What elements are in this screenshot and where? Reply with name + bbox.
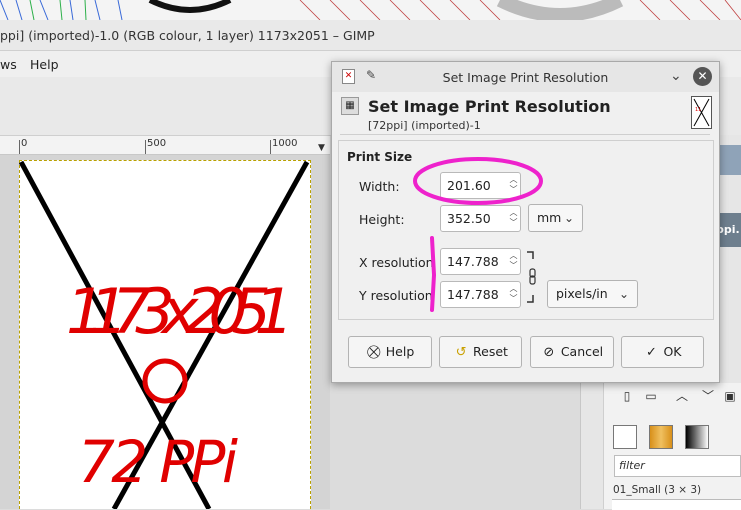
height-spin-arrows[interactable]: ︿ ﹀ [508, 208, 519, 228]
brush-preview[interactable] [613, 425, 637, 449]
lifebuoy-icon: ⛒ [367, 345, 381, 360]
menu-help[interactable]: Help [30, 57, 59, 72]
brush-name: 01_Small (3 × 3) [613, 484, 702, 496]
arrow-down-icon[interactable]: ﹀ [700, 388, 716, 404]
arrow-up-icon[interactable]: ︿ [674, 388, 690, 404]
gimp-window-title: ppi] (imported)-1.0 (RGB colour, 1 layer… [0, 28, 375, 43]
resolution-unit-select[interactable]: pixels/in ⌄ [547, 280, 638, 308]
ruler-label-0: 0 [21, 138, 28, 149]
new-document-icon[interactable]: ▯ [619, 388, 635, 404]
folder-icon[interactable]: ▭ [643, 388, 659, 404]
width-label: Width: [359, 179, 400, 194]
chevron-down-icon: ⌄ [618, 287, 629, 301]
ruler-tick [145, 140, 146, 154]
ruler-tick [270, 140, 271, 154]
chain-link-icon[interactable] [526, 251, 536, 303]
ok-button[interactable]: ✓ OK [621, 336, 704, 368]
y-resolution-spin-arrows[interactable]: ︿ ﹀ [508, 284, 519, 304]
reset-icon: ↺ [455, 345, 467, 360]
pattern-preview[interactable] [649, 425, 673, 449]
size-unit-select[interactable]: mm ⌄ [528, 204, 583, 232]
ruler-menu-icon[interactable]: ▼ [318, 143, 325, 153]
svg-text:11: 11 [695, 107, 701, 113]
cancel-button-label: Cancel [560, 344, 604, 359]
height-label: Height: [359, 212, 405, 227]
image-name: [72ppi] (imported)-1 [368, 119, 481, 132]
ruler-label-1000: 1000 [272, 138, 298, 149]
cancel-button[interactable]: ⊘ Cancel [530, 336, 614, 368]
dialog-separator [340, 134, 710, 135]
brush-grid[interactable] [612, 499, 741, 510]
save-icon[interactable]: ▣ [722, 388, 738, 404]
cancel-icon: ⊘ [543, 345, 555, 360]
ruler-label-500: 500 [147, 138, 167, 149]
background-artwork [0, 0, 741, 20]
dialog-heading: Set Image Print Resolution [368, 97, 611, 116]
y-resolution-label: Y resolution [359, 288, 433, 303]
width-spin-arrows[interactable]: ︿ ﹀ [508, 175, 519, 195]
minimize-chevron-icon[interactable]: ⌄ [670, 68, 682, 84]
dialog-title: Set Image Print Resolution [442, 70, 609, 85]
filter-input[interactable]: filter [614, 455, 741, 477]
menu-windows[interactable]: ws [0, 57, 17, 72]
ok-button-label: OK [663, 344, 682, 359]
help-button-label: Help [385, 344, 415, 359]
resolution-unit-value: pixels/in [556, 286, 608, 301]
x-resolution-label: X resolution [359, 255, 434, 270]
canvas-drawing [19, 160, 310, 509]
gradient-preview[interactable] [685, 425, 709, 449]
size-unit-value: mm [537, 210, 562, 225]
image-thumbnail: 11 [691, 96, 712, 129]
chevron-down-icon: ⌄ [563, 211, 574, 225]
ruler-tick [19, 140, 20, 154]
print-size-label: Print Size [347, 150, 413, 164]
desktop-background-strip [0, 0, 741, 20]
checkmark-icon: ✓ [646, 345, 657, 360]
x-resolution-spin-arrows[interactable]: ︿ ﹀ [508, 251, 519, 271]
help-button[interactable]: ⛒ Help [348, 336, 432, 368]
print-resolution-icon: ▦ [341, 97, 359, 115]
reset-button-label: Reset [473, 344, 508, 359]
close-icon[interactable]: ✕ [693, 67, 712, 86]
reset-button[interactable]: ↺ Reset [439, 336, 522, 368]
dock-image-tab[interactable] [720, 145, 741, 175]
